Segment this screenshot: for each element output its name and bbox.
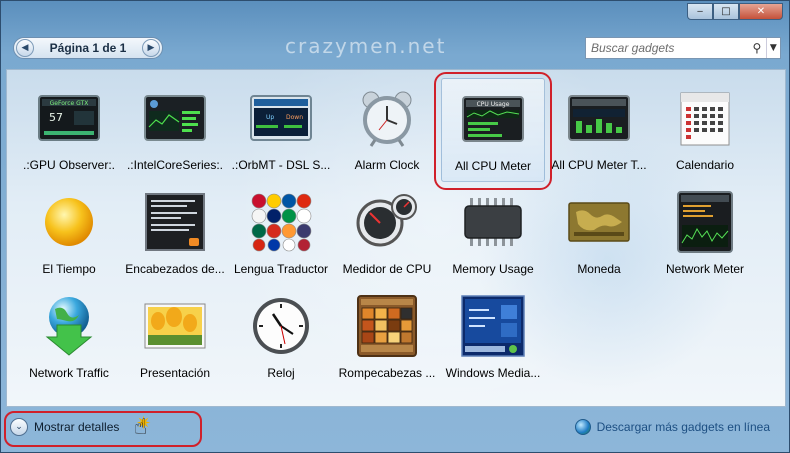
gadget-el-tiempo[interactable]: El Tiempo xyxy=(17,182,121,286)
gadget-network-traffic[interactable]: Network Traffic xyxy=(17,286,121,390)
gadget-label: Rompecabezas ... xyxy=(338,366,436,380)
svg-text:Up: Up xyxy=(266,114,274,121)
gadget-label: Presentación xyxy=(139,366,211,380)
gadget-reloj[interactable]: Reloj xyxy=(229,286,333,390)
bottom-bar: ⌄ Mostrar detalles ✷ ☝ Descargar más gad… xyxy=(4,409,786,449)
gadget-medidor-cpu[interactable]: Medidor de CPU xyxy=(335,182,439,286)
gadget-label: Reloj xyxy=(267,366,295,380)
gadget-gpu-observer[interactable]: GeForce GTX 57 .:GPU Observer:. xyxy=(17,78,121,182)
memory-chip-icon xyxy=(461,190,525,254)
alarm-clock-icon xyxy=(355,86,419,150)
svg-text:Down: Down xyxy=(286,114,303,121)
gadget-label: Network Traffic xyxy=(29,366,109,380)
slideshow-tulips-icon xyxy=(143,294,207,358)
search-box: ⚲ ▼ xyxy=(585,37,781,59)
window-controls: ‒ □ ✕ xyxy=(687,3,783,20)
gadget-windows-media[interactable]: Windows Media... xyxy=(441,286,545,390)
previous-page-button[interactable]: ◀ xyxy=(16,39,34,57)
gadget-label: Windows Media... xyxy=(445,366,541,380)
gadget-lengua-traductor[interactable]: Lengua Traductor xyxy=(229,182,333,286)
gadget-all-cpu-meter[interactable]: CPU Usage All CPU Meter xyxy=(441,78,545,182)
gadget-label: All CPU Meter T... xyxy=(551,158,647,172)
svg-text:CPU Usage: CPU Usage xyxy=(477,101,510,108)
calendar-icon xyxy=(673,86,737,150)
currency-map-icon xyxy=(567,190,631,254)
flags-translator-icon xyxy=(249,190,313,254)
gadget-label: Moneda xyxy=(577,262,621,276)
search-input[interactable] xyxy=(586,38,748,58)
svg-text:GeForce GTX: GeForce GTX xyxy=(50,100,89,107)
gadget-label: Encabezados de... xyxy=(125,262,225,276)
cpu-gauge-icon xyxy=(355,190,419,254)
svg-text:57: 57 xyxy=(49,111,63,124)
gadget-orbmt-dsl[interactable]: Up Down .:OrbMT - DSL S... xyxy=(229,78,333,182)
puzzle-icon xyxy=(355,294,419,358)
gadget-intel-core-series[interactable]: .:IntelCoreSeries:. xyxy=(123,78,227,182)
hand-cursor-icon: ☝ xyxy=(134,415,148,440)
gadget-label: Memory Usage xyxy=(452,262,534,276)
orbmt-dsl-icon: Up Down xyxy=(249,86,313,150)
weather-sun-icon xyxy=(37,190,101,254)
gadget-alarm-clock[interactable]: Alarm Clock xyxy=(335,78,439,182)
clock-icon xyxy=(249,294,313,358)
watermark: crazymen.net xyxy=(285,34,447,58)
network-meter-icon xyxy=(673,190,737,254)
gadget-label: Medidor de CPU xyxy=(342,262,432,276)
show-details-toggle[interactable]: ⌄ Mostrar detalles xyxy=(10,418,119,436)
gadget-label: Alarm Clock xyxy=(354,158,420,172)
gadget-network-meter[interactable]: Network Meter xyxy=(653,182,757,286)
windows-media-center-icon xyxy=(461,294,525,358)
gadget-moneda[interactable]: Moneda xyxy=(547,182,651,286)
gadget-label: .:OrbMT - DSL S... xyxy=(231,158,331,172)
gadget-memory-usage[interactable]: Memory Usage xyxy=(441,182,545,286)
top-toolbar: ◀ Página 1 de 1 ▶ crazymen.net ⚲ ▼ xyxy=(9,31,783,65)
minimize-button[interactable]: ‒ xyxy=(687,3,713,20)
page-navigator: ◀ Página 1 de 1 ▶ xyxy=(13,37,163,59)
gadget-label: .:GPU Observer:. xyxy=(22,158,116,172)
gadget-presentacion[interactable]: Presentación xyxy=(123,286,227,390)
chevron-down-icon[interactable]: ⌄ xyxy=(10,418,28,436)
gadget-gallery-window: ‒ □ ✕ ◀ Página 1 de 1 ▶ crazymen.net ⚲ ▼… xyxy=(0,0,790,453)
next-page-button[interactable]: ▶ xyxy=(141,39,160,57)
gadget-encabezados[interactable]: Encabezados de... xyxy=(123,182,227,286)
gadget-label: Lengua Traductor xyxy=(233,262,329,276)
page-indicator: Página 1 de 1 xyxy=(49,41,127,55)
globe-icon xyxy=(574,419,591,435)
gadget-label: .:IntelCoreSeries:. xyxy=(126,158,224,172)
gadget-all-cpu-meter-t[interactable]: All CPU Meter T... xyxy=(547,78,651,182)
search-icon[interactable]: ⚲ xyxy=(748,41,766,55)
show-details-label[interactable]: Mostrar detalles xyxy=(34,420,119,434)
gadget-label: El Tiempo xyxy=(42,262,96,276)
gadget-label: Network Meter xyxy=(665,262,745,276)
rss-headlines-icon xyxy=(143,190,207,254)
close-button[interactable]: ✕ xyxy=(739,3,783,20)
gadget-rompecabezas[interactable]: Rompecabezas ... xyxy=(335,286,439,390)
search-dropdown-icon[interactable]: ▼ xyxy=(765,38,780,58)
get-more-gadgets-online[interactable]: Descargar más gadgets en línea xyxy=(574,419,770,435)
maximize-button[interactable]: □ xyxy=(713,3,739,20)
gpu-observer-icon: GeForce GTX 57 xyxy=(37,86,101,150)
network-traffic-globe-icon xyxy=(37,294,101,358)
gadget-label: All CPU Meter xyxy=(454,159,531,173)
gadget-calendario[interactable]: Calendario xyxy=(653,78,757,182)
get-more-gadgets-link[interactable]: Descargar más gadgets en línea xyxy=(597,420,770,434)
gadget-grid: GeForce GTX 57 .:GPU Observer:. .:IntelCo… xyxy=(17,78,757,390)
gadget-label: Calendario xyxy=(675,158,735,172)
cpu-meter-icon: CPU Usage xyxy=(461,87,525,151)
cpu-meter-t-icon xyxy=(567,86,631,150)
intel-core-series-icon xyxy=(143,86,207,150)
gadget-list-pane: GeForce GTX 57 .:GPU Observer:. .:IntelCo… xyxy=(6,69,786,407)
